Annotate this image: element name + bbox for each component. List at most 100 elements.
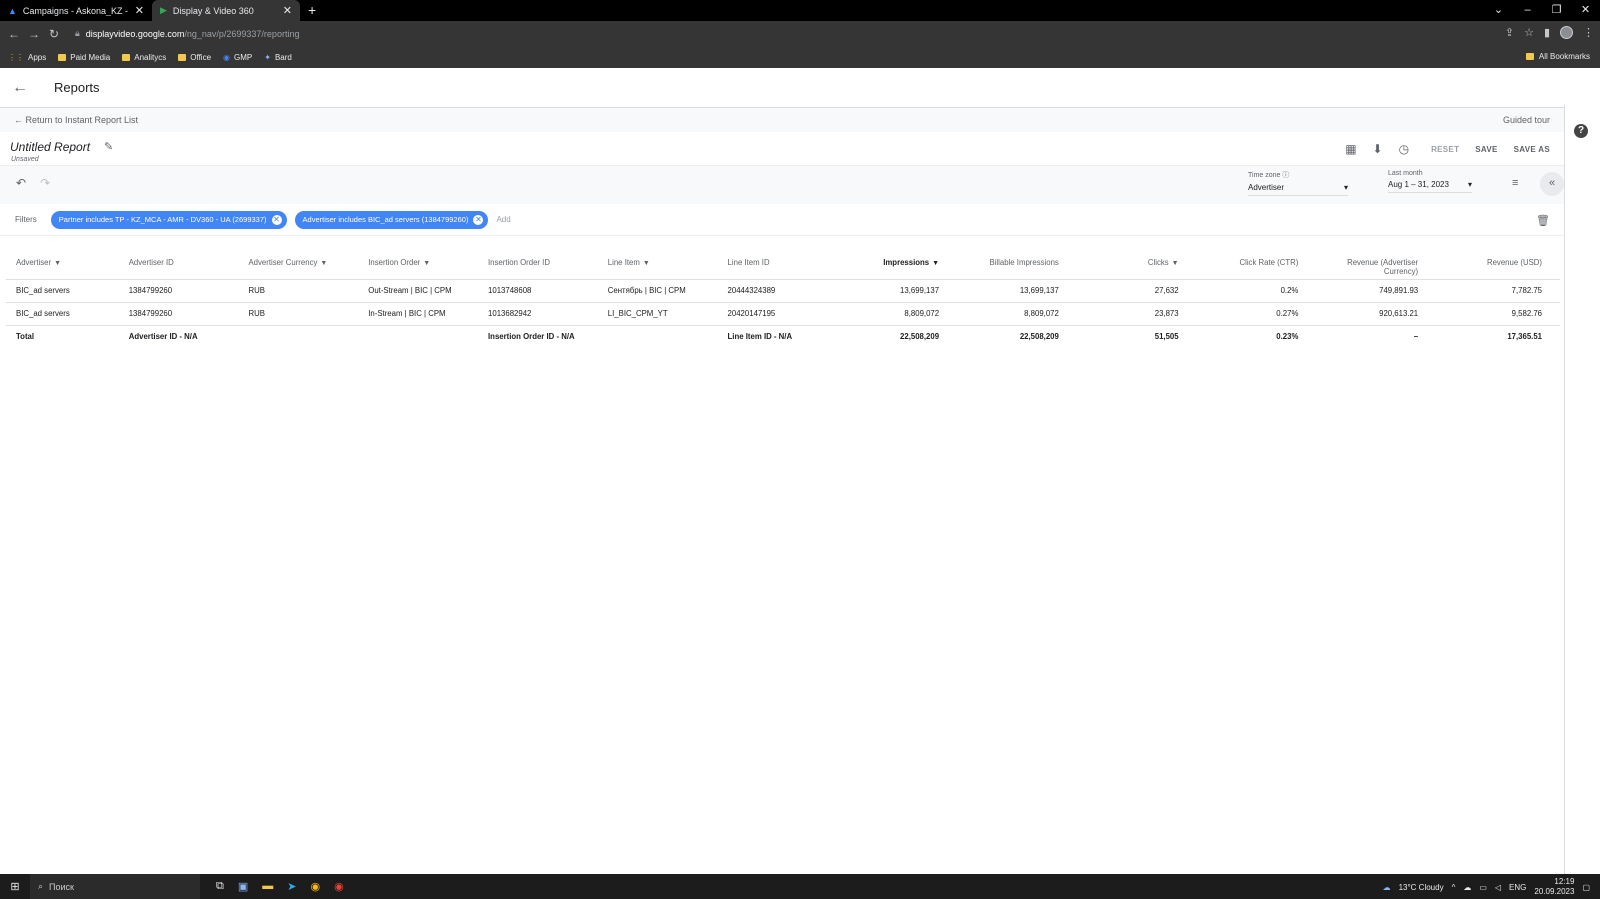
language-indicator[interactable]: ENG	[1509, 883, 1526, 892]
column-header-revenue-advertiser-currency[interactable]: Revenue (Advertiser Currency)	[1316, 251, 1436, 279]
tray-chevron-icon[interactable]: ^	[1452, 883, 1456, 892]
column-header-revenue-usd[interactable]: Revenue (USD)	[1436, 251, 1560, 279]
bookmark-paid-media[interactable]: Paid Media	[58, 53, 110, 62]
folder-icon	[58, 53, 67, 61]
save-as-button[interactable]: SAVE AS	[1514, 145, 1550, 154]
cell-line-item: LI_BIC_CPM_YT	[597, 301, 718, 325]
cell-revenue-adv: 920,613.21	[1316, 301, 1437, 325]
cell-revenue-usd: 7,782.75	[1436, 278, 1560, 302]
column-header-advertiser[interactable]: Advertiser ▼	[6, 251, 119, 279]
sort-arrow-icon: ▼	[932, 260, 940, 267]
save-button[interactable]: SAVE	[1475, 145, 1497, 154]
column-header-advertiser-currency[interactable]: Advertiser Currency ▼	[238, 251, 358, 279]
column-header-insertion-order-id[interactable]: Insertion Order ID	[478, 251, 598, 279]
star-icon[interactable]: ☆	[1524, 26, 1534, 39]
bookmark-office[interactable]: Office	[178, 53, 211, 62]
share-icon[interactable]: ⇪	[1505, 26, 1514, 39]
download-icon[interactable]: ⬇	[1373, 142, 1383, 156]
sort-arrow-icon: ▼	[423, 260, 431, 267]
tab-title: Campaigns - Askona_KZ - Googl	[22, 5, 129, 16]
redo-icon[interactable]: ↷	[40, 176, 50, 190]
tab-title: Display & Video 360	[172, 5, 254, 16]
history-icon[interactable]: ◷	[1399, 142, 1409, 156]
kebab-menu-icon[interactable]: ⋮	[1583, 26, 1594, 39]
clock[interactable]: 12:19 20.09.2023	[1534, 877, 1574, 897]
timezone-select[interactable]: Time zone ⓘ Advertiser ▾	[1248, 170, 1348, 196]
cell-billable-impressions: 22,508,209	[957, 324, 1077, 348]
store-icon[interactable]: ▣	[238, 880, 248, 893]
bookmark-analitycs[interactable]: Analitycs	[122, 53, 166, 62]
taskbar-search[interactable]: ⌕ Поиск	[30, 874, 200, 899]
task-view-icon[interactable]: ⧉	[216, 880, 224, 893]
tab-search-icon[interactable]: ⌄	[1484, 0, 1513, 21]
minimize-button[interactable]: –	[1513, 0, 1542, 21]
notifications-icon[interactable]: ▢	[1582, 883, 1590, 892]
cell-insertion-order: In-Stream | BIC | CPM	[358, 301, 479, 325]
telegram-icon[interactable]: ➤	[287, 880, 296, 893]
filter-chip-partner[interactable]: Partner includes TP - KZ_MCA - AMR - DV3…	[50, 210, 287, 229]
lock-icon: 🔒︎	[75, 28, 80, 38]
forward-icon[interactable]: →	[24, 27, 44, 41]
windows-start-icon[interactable]: ⊞	[0, 880, 30, 893]
dropdown-arrow-icon: ▾	[1343, 183, 1348, 192]
help-icon[interactable]: ?	[1574, 124, 1588, 138]
search-icon: ⌕	[38, 881, 44, 891]
back-icon[interactable]: ←	[4, 27, 24, 41]
column-header-ctr[interactable]: Click Rate (CTR)	[1197, 251, 1317, 279]
filter-chip-advertiser[interactable]: Advertiser includes BIC_ad servers (1384…	[294, 210, 489, 229]
return-to-report-list-link[interactable]: ← Return to Instant Report List	[14, 115, 138, 125]
chrome-icon[interactable]: ◉	[334, 880, 344, 893]
bookmark-apps[interactable]: ⋮⋮ Apps	[8, 53, 46, 62]
all-bookmarks[interactable]: All Bookmarks	[1525, 52, 1590, 61]
cell-revenue-adv: –	[1316, 324, 1437, 348]
filter-list-icon[interactable]: ≡	[1512, 177, 1518, 189]
browser-tab-campaigns[interactable]: ▲ Campaigns - Askona_KZ - Googl ✕	[0, 0, 152, 21]
cell-line-item: Сентябрь | BIC | CPM	[597, 278, 718, 302]
trash-icon[interactable]: 🗑︎	[1536, 214, 1550, 227]
bard-icon: ✦	[264, 52, 271, 62]
undo-icon[interactable]: ↶	[16, 176, 26, 190]
cell-revenue-usd: 17,365.51	[1436, 324, 1560, 348]
column-header-line-item-id[interactable]: Line Item ID	[718, 251, 829, 279]
browser-tab-dv360[interactable]: ▶ Display & Video 360 ✕	[152, 0, 300, 21]
sidepanel-icon[interactable]: ▮	[1544, 26, 1550, 39]
windows-taskbar: ⊞ ⌕ Поиск ⧉ ▣ ▬ ➤ ◉ ◉ ☁ 13°C Cloudy ^ ☁ ▭…	[0, 874, 1600, 899]
column-header-advertiser-id[interactable]: Advertiser ID	[119, 251, 239, 279]
weather-text[interactable]: 13°C Cloudy	[1399, 883, 1444, 892]
maximize-button[interactable]: ❐	[1542, 0, 1571, 21]
new-tab-button[interactable]: +	[300, 0, 324, 21]
edit-pencil-icon[interactable]: ✎	[104, 140, 113, 153]
onedrive-icon[interactable]: ☁	[1463, 883, 1471, 892]
url-field[interactable]: 🔒︎ displayvideo.google.com/ng_nav/p/2699…	[75, 25, 1475, 42]
report-options-bar: ↶ ↷ Time zone ⓘ Advertiser ▾ Last month A…	[0, 166, 1564, 204]
column-header-clicks[interactable]: Clicks ▼	[1077, 251, 1197, 279]
cell-clicks: 27,632	[1076, 278, 1197, 302]
add-filter-button[interactable]: Add	[496, 215, 510, 224]
back-arrow-icon[interactable]: ←	[12, 79, 34, 97]
help-circle-icon[interactable]: ⓘ	[1282, 172, 1289, 179]
reset-button[interactable]: RESET	[1431, 145, 1459, 154]
bookmark-bard[interactable]: ✦ Bard	[264, 53, 292, 62]
volume-icon[interactable]: ◁	[1495, 883, 1501, 892]
column-header-billable-impressions[interactable]: Billable Impressions	[957, 251, 1077, 279]
remove-filter-icon[interactable]: ✕	[271, 214, 282, 225]
network-icon[interactable]: ▭	[1479, 883, 1487, 892]
profile-avatar[interactable]	[1560, 26, 1573, 39]
close-tab-icon[interactable]: ✕	[283, 4, 292, 17]
guided-tour-link[interactable]: Guided tour	[1503, 115, 1550, 125]
column-header-impressions[interactable]: Impressions ▼	[828, 251, 957, 279]
close-window-button[interactable]: ✕	[1571, 0, 1600, 21]
date-range-select[interactable]: Last month Aug 1 – 31, 2023 ▾	[1388, 170, 1472, 193]
remove-filter-icon[interactable]: ✕	[473, 214, 484, 225]
bookmark-gmp[interactable]: ◉ GMP	[223, 53, 252, 62]
column-header-insertion-order[interactable]: Insertion Order ▼	[358, 251, 478, 279]
table-view-icon[interactable]: ▦	[1345, 142, 1356, 156]
file-explorer-icon[interactable]: ▬	[262, 880, 273, 893]
collapse-panel-icon[interactable]: «	[1540, 172, 1564, 196]
reload-icon[interactable]: ↻	[44, 27, 64, 41]
close-tab-icon[interactable]: ✕	[135, 4, 144, 17]
folder-icon	[1525, 53, 1534, 60]
column-header-line-item[interactable]: Line Item ▼	[598, 251, 718, 279]
chrome-icon[interactable]: ◉	[310, 880, 320, 893]
cell-impressions: 8,809,072	[828, 301, 958, 325]
